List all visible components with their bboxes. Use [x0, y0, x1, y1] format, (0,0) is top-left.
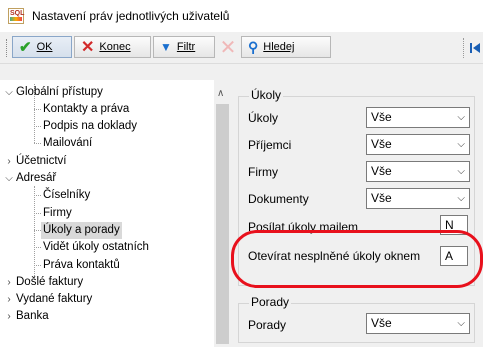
expand-icon[interactable]: › [4, 274, 14, 291]
tree-scrollbar[interactable]: ∧ [214, 80, 231, 347]
expand-icon[interactable]: › [4, 153, 14, 170]
hledej-button[interactable]: ⚲ Hledej [241, 36, 331, 58]
ok-button-label: OK [36, 41, 53, 53]
expand-icon[interactable]: › [4, 291, 14, 308]
chevron-down-icon[interactable]: ⌵ [457, 108, 465, 127]
filtr-button[interactable]: ▼ Filtr [153, 36, 215, 58]
tree-item-globalni-pristupy[interactable]: Globální přístupy [16, 84, 103, 101]
prijemci-select-value: Vše [371, 137, 392, 151]
hledej-button-label: Hledej [263, 41, 295, 53]
tree-line [34, 143, 41, 144]
dokumenty-label: Dokumenty [248, 192, 309, 206]
prijemci-label: Příjemci [248, 138, 292, 152]
filtr-button-label: Filtr [176, 41, 196, 53]
chevron-down-icon[interactable]: ⌵ [457, 162, 465, 181]
ukoly-select-value: Vše [371, 110, 392, 124]
tree-line [34, 230, 41, 231]
porady-label: Porady [248, 318, 287, 332]
tree-item-mailovani[interactable]: Mailování [43, 135, 92, 152]
firmy-select[interactable]: Vše ⌵ [366, 161, 470, 182]
scroll-up-icon[interactable]: ∧ [217, 88, 224, 99]
disabled-close-icon: ✕ [219, 37, 237, 59]
tree-line [34, 109, 41, 110]
tree-line [34, 265, 41, 266]
title-bar: SQL Nastavení práv jednotlivých uživatel… [0, 0, 483, 32]
toolbar-separator [463, 38, 465, 58]
highlight-oval [231, 230, 483, 288]
collapse-icon[interactable]: ⌵ [4, 84, 14, 101]
tree-item-adresar[interactable]: Adresář [16, 170, 56, 187]
tree-line [34, 247, 41, 248]
toolbar-grip[interactable] [6, 39, 9, 57]
tree-item-videt-ukoly-ostatnich[interactable]: Vidět úkoly ostatních [43, 239, 149, 256]
collapse-icon[interactable]: ⌵ [4, 170, 14, 187]
tree-item-banka[interactable]: Banka [16, 308, 49, 325]
firmy-label: Firmy [248, 165, 278, 179]
tree-line [34, 213, 41, 214]
porady-group-title: Porady [249, 295, 292, 309]
dokumenty-select-value: Vše [371, 191, 392, 205]
prijemci-select[interactable]: Vše ⌵ [366, 134, 470, 155]
tree-item-podpis-na-doklady[interactable]: Podpis na doklady [43, 118, 137, 135]
tree-item-kontakty-a-prava[interactable]: Kontakty a práva [43, 101, 129, 118]
tree-item-prava-kontaktu[interactable]: Práva kontaktů [43, 257, 120, 274]
check-icon: ✔ [19, 39, 32, 56]
tree-item-ukoly-a-porady[interactable]: Úkoly a porady [41, 222, 122, 239]
expand-icon[interactable]: › [4, 308, 14, 325]
ukoly-group-title: Úkoly [249, 88, 284, 102]
tree-line [34, 126, 41, 127]
porady-select[interactable]: Vše ⌵ [366, 313, 470, 334]
dokumenty-select[interactable]: Vše ⌵ [366, 188, 470, 209]
first-record-icon[interactable] [470, 40, 483, 56]
scrollbar-thumb[interactable] [216, 104, 229, 344]
filter-icon: ▼ [160, 40, 172, 54]
rights-tree[interactable]: ⌵ Globální přístupy Kontakty a práva Pod… [0, 80, 231, 347]
toolbar: ✔ OK ✕ Konec ▼ Filtr ✕ ⚲ Hledej [0, 32, 483, 64]
chevron-down-icon[interactable]: ⌵ [457, 135, 465, 154]
tree-item-ciselniky[interactable]: Číselníky [43, 187, 90, 204]
tree-item-dosle-faktury[interactable]: Došlé faktury [16, 274, 83, 291]
close-icon: ✕ [81, 39, 95, 56]
search-icon: ⚲ [248, 38, 259, 55]
app-logo-icon: SQL [8, 8, 24, 24]
chevron-down-icon[interactable]: ⌵ [457, 314, 465, 333]
ok-button[interactable]: ✔ OK [12, 36, 72, 58]
chevron-down-icon[interactable]: ⌵ [457, 189, 465, 208]
konec-button[interactable]: ✕ Konec [74, 36, 151, 58]
tree-item-vydane-faktury[interactable]: Vydané faktury [16, 291, 92, 308]
window-title: Nastavení práv jednotlivých uživatelů [32, 9, 230, 23]
porady-select-value: Vše [371, 316, 392, 330]
tree-item-firmy[interactable]: Firmy [43, 205, 72, 222]
tree-line [34, 195, 41, 196]
ukoly-select[interactable]: Vše ⌵ [366, 107, 470, 128]
ukoly-label: Úkoly [248, 111, 279, 125]
firmy-select-value: Vše [371, 164, 392, 178]
konec-button-label: Konec [99, 41, 131, 53]
tree-item-ucetnictvi[interactable]: Účetnictví [16, 153, 67, 170]
